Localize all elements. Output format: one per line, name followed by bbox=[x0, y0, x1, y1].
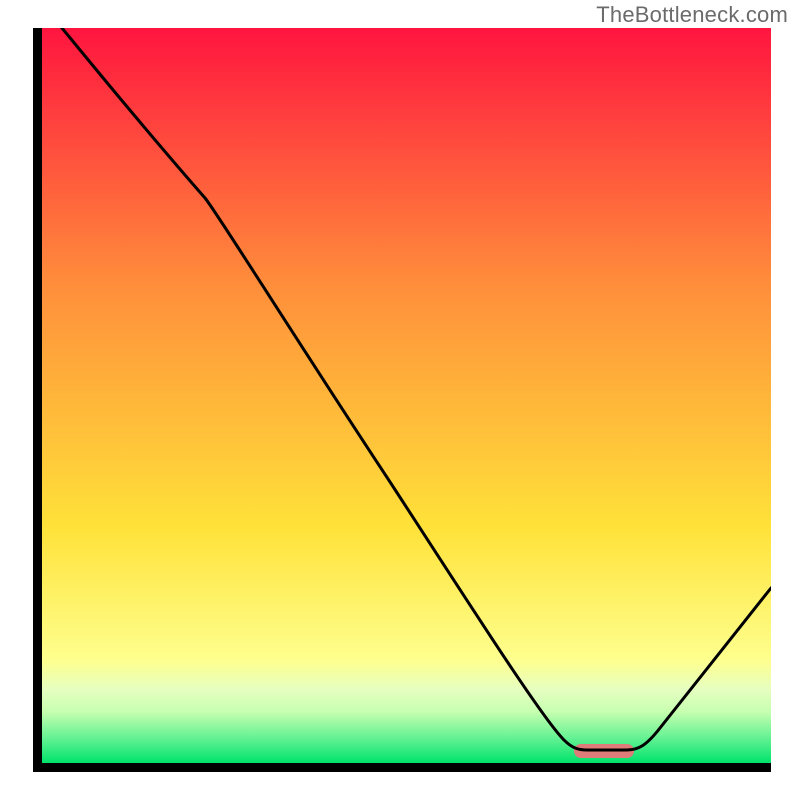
x-axis bbox=[33, 763, 771, 772]
chart-stage: TheBottleneck.com bbox=[0, 0, 800, 800]
plot-svg bbox=[42, 28, 771, 763]
watermark-label: TheBottleneck.com bbox=[596, 2, 788, 28]
plot-area bbox=[42, 28, 771, 763]
y-axis bbox=[33, 28, 42, 772]
gradient-background bbox=[42, 28, 771, 763]
